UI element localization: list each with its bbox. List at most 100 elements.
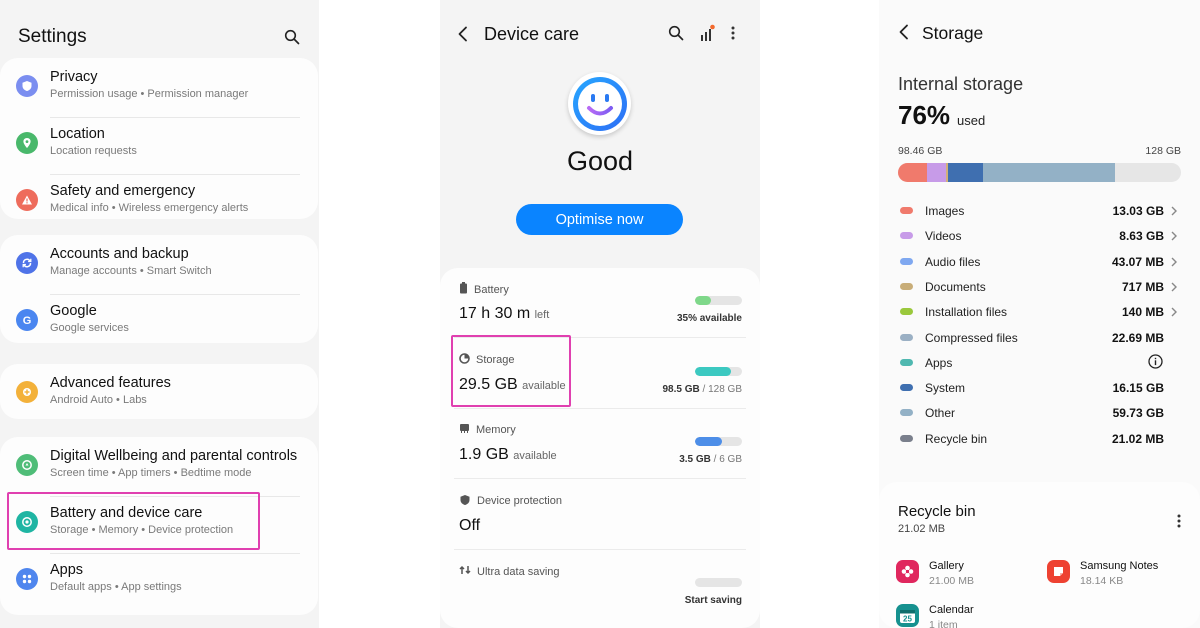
page-title: Storage	[922, 23, 984, 43]
settings-screen: Settings Privacy Permission usage • Permi…	[0, 0, 319, 628]
category-color-dot	[900, 282, 913, 290]
category-color-dot	[900, 358, 913, 366]
settings-item-digital-wellbeing-and-parental-controls[interactable]: Digital Wellbeing and parental controls S…	[0, 440, 318, 497]
category-images[interactable]: Images 13.03 GB	[879, 199, 1200, 224]
highlight-box	[451, 335, 571, 407]
status-text: Good	[566, 146, 634, 176]
item-label: Battery	[459, 282, 509, 297]
settings-item-title: Accounts and backup	[50, 246, 189, 262]
category-name: Installation files	[925, 305, 1008, 320]
settings-item-accounts-and-backup[interactable]: Accounts and backup Manage accounts • Sma…	[0, 238, 318, 295]
alert-icon	[16, 189, 38, 211]
category-name: Documents	[925, 279, 986, 294]
app-name: Calendar	[929, 604, 974, 616]
settings-item-title: Google	[50, 303, 97, 319]
optimise-now-button[interactable]: Optimise now	[516, 204, 683, 235]
app-name: Samsung Notes	[1080, 560, 1159, 572]
used-label: used	[957, 113, 986, 128]
category-name: Videos	[925, 229, 962, 244]
device-care-item-ultra-data-saving[interactable]: Ultra data saving Start saving	[440, 550, 760, 620]
device-care-item-device-protection[interactable]: Device protection Off	[440, 480, 760, 550]
app-size: 1 item	[929, 619, 958, 628]
category-size: 22.69 MB	[1111, 330, 1164, 345]
category-name: Other	[925, 406, 956, 421]
wellbeing-icon	[16, 454, 38, 476]
category-audio-files[interactable]: Audio files 43.07 MB	[879, 250, 1200, 275]
used-percent: 76%	[898, 100, 951, 130]
sync-icon	[16, 252, 38, 274]
device-care-item-battery[interactable]: Battery 17 h 30 m left 35% available	[440, 268, 760, 338]
chevron-right-icon[interactable]	[1170, 229, 1180, 241]
settings-item-subtitle: Android Auto • Labs	[50, 394, 147, 406]
category-color-dot	[900, 308, 913, 316]
category-name: Audio files	[925, 254, 981, 269]
settings-item-subtitle: Permission usage • Permission manager	[50, 88, 249, 100]
settings-item-apps[interactable]: Apps Default apps • App settings	[0, 554, 318, 611]
apps-grid-icon	[16, 568, 38, 590]
smiley-face-icon	[568, 72, 631, 135]
data-saving-icon	[459, 564, 471, 579]
chevron-right-icon[interactable]	[1170, 280, 1180, 292]
device-care-item-memory[interactable]: Memory 1.9 GB available 3.5 GB / 6 GB	[440, 409, 760, 479]
chevron-right-icon[interactable]	[1170, 204, 1180, 216]
chevron-right-icon[interactable]	[1170, 305, 1180, 317]
item-value: Off	[459, 516, 481, 534]
search-icon[interactable]	[668, 25, 684, 46]
settings-item-title: Digital Wellbeing and parental controls	[50, 448, 298, 464]
settings-item-google[interactable]: G Google Google services	[0, 295, 318, 352]
page-title: Device care	[484, 24, 580, 44]
settings-item-title: Privacy	[50, 69, 98, 85]
settings-item-subtitle: Default apps • App settings	[50, 581, 182, 593]
settings-group: Accounts and backup Manage accounts • Sma…	[0, 235, 318, 343]
category-color-dot	[900, 333, 913, 341]
category-name: Recycle bin	[925, 431, 988, 446]
settings-item-privacy[interactable]: Privacy Permission usage • Permission man…	[0, 61, 318, 118]
app-name: Gallery	[929, 560, 964, 572]
category-documents[interactable]: Documents 717 MB	[879, 275, 1200, 300]
location-pin-icon	[16, 132, 38, 154]
settings-group: Privacy Permission usage • Permission man…	[0, 58, 318, 219]
info-icon[interactable]	[1148, 354, 1163, 369]
settings-group: Advanced features Android Auto • Labs	[0, 364, 318, 419]
google-icon: G	[16, 309, 38, 331]
category-apps[interactable]: Apps	[879, 351, 1200, 376]
report-signal-icon[interactable]	[699, 24, 715, 47]
category-size: 140 MB	[1121, 305, 1164, 320]
category-color-dot	[900, 232, 913, 240]
item-value: 17 h 30 m left	[459, 305, 550, 322]
settings-item-title: Apps	[50, 562, 84, 578]
page-title: Settings	[18, 26, 87, 47]
app-size: 18.14 KB	[1080, 575, 1124, 587]
used-total: 98.46 GB	[898, 145, 943, 157]
recycle-bin-card[interactable]: Recycle bin 21.02 MB Gallery 21.00 MB Sams…	[879, 482, 1200, 628]
more-options-icon[interactable]	[730, 25, 736, 46]
settings-item-title: Advanced features	[50, 375, 171, 391]
category-installation-files[interactable]: Installation files 140 MB	[879, 300, 1200, 325]
settings-item-advanced-features[interactable]: Advanced features Android Auto • Labs	[0, 367, 318, 424]
bar-segment-videos	[926, 163, 946, 182]
usage-caption: 98.5 GB / 128 GB	[662, 383, 743, 395]
category-color-dot	[900, 257, 913, 265]
svg-text:G: G	[23, 315, 32, 326]
gallery-flower-icon	[896, 560, 919, 583]
back-arrow-icon[interactable]	[457, 26, 469, 47]
settings-item-safety-and-emergency[interactable]: Safety and emergency Medical info • Wirel…	[0, 175, 318, 232]
settings-item-subtitle: Location requests	[50, 145, 137, 157]
item-label: Memory	[459, 423, 516, 436]
more-options-icon[interactable]	[1176, 513, 1182, 534]
settings-item-subtitle: Medical info • Wireless emergency alerts	[50, 202, 249, 214]
usage-caption: 35% available	[676, 313, 742, 324]
notes-icon	[1047, 560, 1070, 583]
category-color-dot	[900, 409, 913, 417]
category-videos[interactable]: Videos 8.63 GB	[879, 224, 1200, 249]
category-name: Apps	[925, 355, 953, 370]
item-label: Device protection	[459, 494, 562, 509]
back-arrow-icon[interactable]	[898, 24, 910, 45]
category-size: 16.15 GB	[1112, 381, 1164, 396]
category-size: 8.63 GB	[1119, 229, 1164, 244]
settings-item-location[interactable]: Location Location requests	[0, 118, 318, 175]
search-icon[interactable]	[281, 26, 303, 48]
device-care-screen: Device care Good Optimise now Battery 17 …	[440, 0, 760, 628]
category-system: System 16.15 GB	[879, 376, 1200, 401]
chevron-right-icon[interactable]	[1170, 255, 1180, 267]
